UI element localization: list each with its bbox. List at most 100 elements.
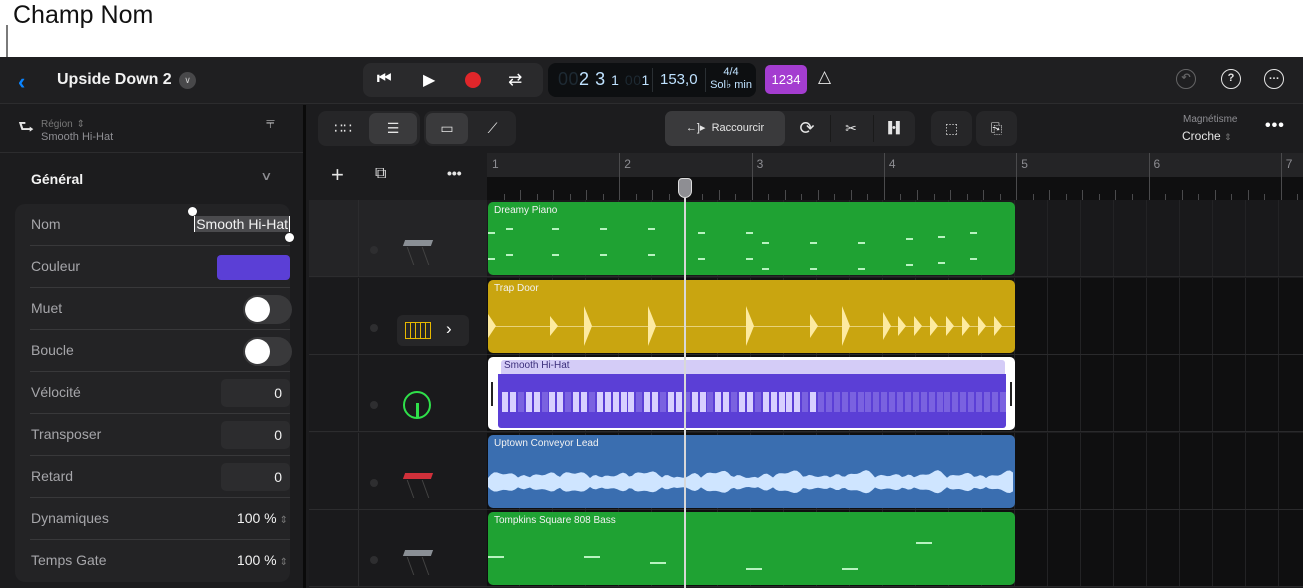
undo-icon[interactable]: ↶ — [1176, 69, 1196, 89]
duplicate-track-icon[interactable]: ⧉ — [375, 165, 386, 183]
drum-hit — [994, 315, 1002, 336]
pattern-step — [754, 392, 761, 412]
ruler-tick — [652, 190, 654, 200]
up-arrow-icon[interactable]: ⮑ — [18, 115, 34, 145]
pattern-step — [557, 392, 564, 412]
track-header[interactable] — [309, 432, 487, 510]
midi-note — [648, 254, 655, 256]
pattern-step — [833, 392, 840, 412]
pattern-step — [968, 392, 975, 412]
split-at-playhead-icon[interactable]: ▐•▌ — [874, 113, 914, 144]
back-icon[interactable]: ‹ — [18, 69, 25, 95]
select-region-button[interactable]: ⬚ — [931, 111, 972, 146]
pin-icon[interactable]: ⫧ — [266, 115, 275, 133]
transpose-field[interactable]: 0 — [221, 421, 290, 449]
loop-icon[interactable]: ⟳ — [787, 113, 827, 144]
color-swatch[interactable] — [217, 255, 290, 280]
chevron-down-icon[interactable]: ∨ — [260, 169, 272, 183]
waveform-path — [488, 469, 1013, 493]
pattern-step — [604, 392, 611, 412]
delay-field[interactable]: 0 — [221, 463, 290, 491]
chevron-down-icon[interactable]: ∨ — [179, 72, 196, 89]
trim-icon: ←]▸ — [685, 122, 706, 134]
dynamics-stepper[interactable]: 100 % ⇕ — [237, 510, 288, 526]
track-lane[interactable]: Dreamy Piano — [487, 200, 1303, 277]
track-lane[interactable]: Tompkins Square 808 Bass — [487, 510, 1303, 587]
track-status-dot — [370, 246, 378, 254]
drum-kit-icon — [403, 391, 431, 419]
synth-keyboard-icon — [402, 471, 434, 501]
snap-value-selector[interactable]: Croche ⇕ — [1182, 129, 1232, 143]
drum-hit — [488, 313, 496, 338]
add-track-icon[interactable]: + — [331, 162, 344, 188]
pattern-step — [960, 392, 967, 412]
track-lane[interactable]: Trap Door — [487, 277, 1303, 355]
name-field[interactable]: Smooth Hi-Hat — [194, 216, 290, 232]
velocity-field[interactable]: 0 — [221, 379, 290, 407]
ruler-tick — [950, 190, 952, 200]
selection-handle[interactable] — [285, 233, 294, 242]
drum-hit — [746, 305, 754, 346]
trim-button[interactable]: ←]▸ Raccourcir — [665, 111, 785, 146]
bar-line — [1148, 153, 1150, 200]
drum-hit — [930, 315, 938, 336]
ruler[interactable]: 1 2 3 4 5 6 7 — [487, 153, 1303, 200]
more-icon[interactable]: … — [1264, 69, 1284, 89]
region[interactable]: Tompkins Square 808 Bass — [488, 512, 1015, 585]
project-title[interactable]: Upside Down 2 — [57, 71, 172, 89]
play-icon[interactable]: ▶ — [423, 70, 435, 90]
more-icon[interactable]: ••• — [447, 165, 462, 181]
ruler-tick — [784, 190, 786, 200]
record-icon[interactable] — [465, 72, 481, 88]
region-resize-handle[interactable] — [491, 382, 493, 406]
tracks-view-icon[interactable]: ☰ — [369, 113, 417, 144]
region-resize-handle[interactable] — [1010, 382, 1012, 406]
playhead-handle[interactable] — [678, 178, 692, 198]
region-name: Smooth Hi-Hat — [501, 360, 1005, 374]
pattern-step — [525, 392, 532, 412]
cycle-icon[interactable]: ⇄ — [508, 70, 522, 90]
selection-handle[interactable] — [188, 207, 197, 216]
help-icon[interactable]: ? — [1221, 69, 1241, 89]
midi-note — [858, 268, 865, 270]
inspector-title[interactable]: Région ⇕ — [41, 114, 85, 130]
go-to-start-icon[interactable]: ⏮ — [377, 70, 391, 88]
pattern-step — [999, 392, 1006, 412]
more-icon[interactable]: ••• — [1265, 117, 1285, 135]
tempo: 153,0 — [660, 71, 698, 88]
lcd-display[interactable]: 002 3 1 001 153,0 4/4 Sol♭ min — [548, 63, 756, 97]
track-header[interactable] — [309, 355, 487, 432]
midi-note — [506, 228, 513, 230]
automation-icon[interactable]: ⟋ — [471, 113, 514, 144]
callout-label: Champ Nom — [13, 1, 154, 29]
track-header[interactable]: › — [309, 277, 487, 355]
loop-toggle[interactable] — [243, 337, 292, 366]
gate-time-stepper[interactable]: 100 % ⇕ — [237, 552, 288, 568]
track-lane[interactable]: Uptown Conveyor Lead — [487, 432, 1303, 510]
ruler-tick — [520, 190, 522, 200]
region-mode-icon[interactable]: ▭ — [426, 113, 468, 144]
track-header[interactable] — [309, 510, 487, 587]
midi-note — [552, 254, 559, 256]
track-header[interactable] — [309, 200, 487, 277]
region[interactable]: Trap Door — [488, 279, 1015, 353]
mute-toggle[interactable] — [243, 295, 292, 324]
copy-button[interactable]: ⎘ — [976, 111, 1017, 146]
section-title[interactable]: Général — [31, 171, 83, 187]
metronome-icon[interactable]: △ — [818, 67, 831, 87]
pattern-step — [675, 392, 682, 412]
playhead-position: 002 3 1 001 — [558, 69, 650, 89]
property-gate-time: Temps Gate 100 % ⇕ — [30, 540, 290, 582]
property-loop: Boucle — [30, 330, 292, 372]
count-in-button[interactable]: 1234 — [765, 65, 807, 94]
region[interactable]: Uptown Conveyor Lead — [488, 434, 1015, 508]
region[interactable]: Smooth Hi-Hat — [488, 357, 1015, 430]
track-lane[interactable]: Smooth Hi-Hat — [487, 355, 1303, 432]
split-scissors-icon[interactable]: ✂ — [831, 113, 871, 144]
drum-machine-icon[interactable]: › — [397, 314, 469, 346]
property-name: Nom Smooth Hi-Hat — [30, 204, 294, 246]
region[interactable]: Dreamy Piano — [488, 202, 1015, 275]
drum-hit — [842, 305, 850, 346]
live-loops-grid-icon[interactable]: ∷∷ — [320, 113, 366, 144]
pattern-step — [873, 392, 880, 412]
